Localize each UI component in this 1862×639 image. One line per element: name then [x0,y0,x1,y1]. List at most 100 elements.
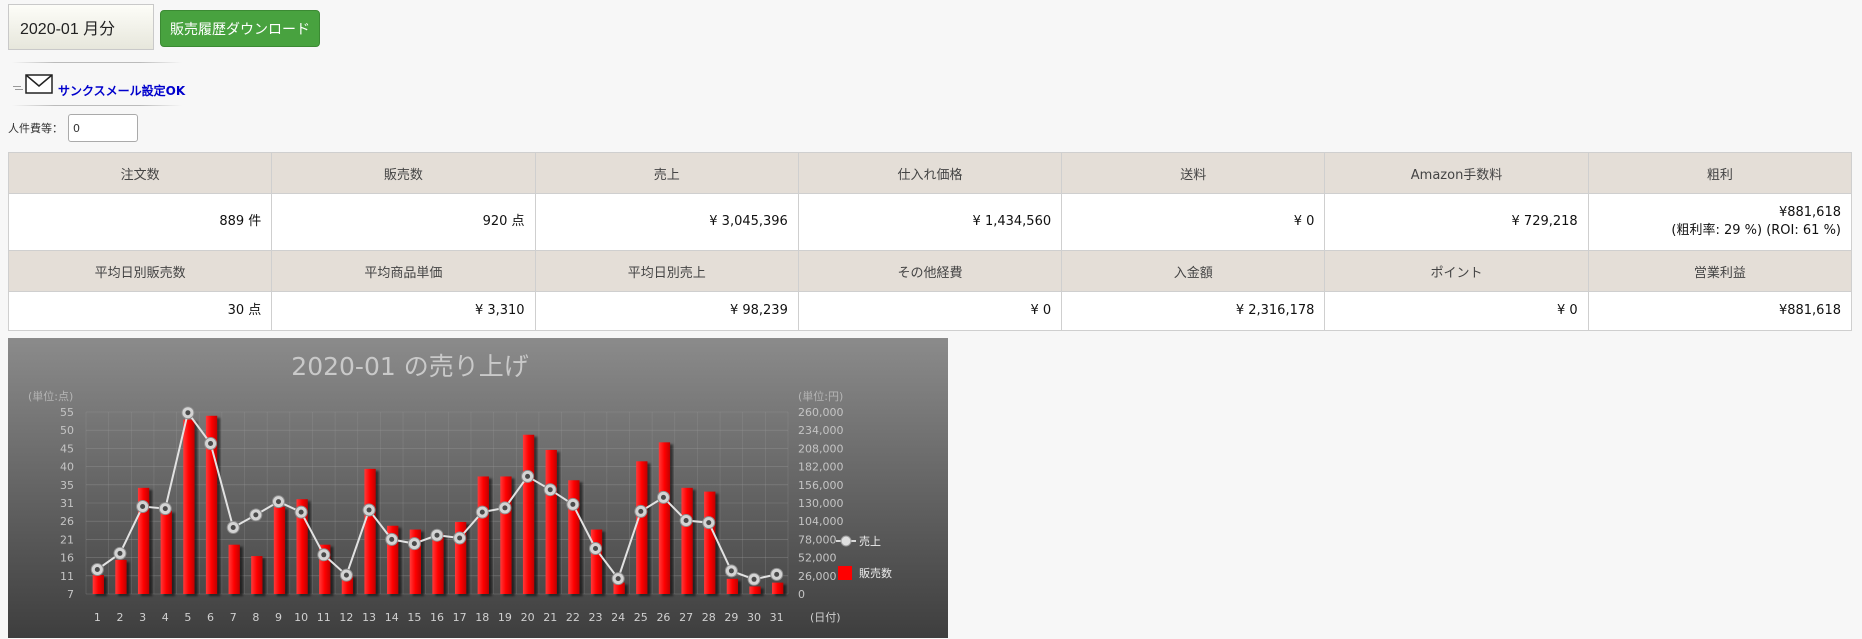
left-tick-label: 40 [60,461,74,474]
average-table: 平均日別販売数 平均商品単価 平均日別売上 その他経費 入金額 ポイント 営業利… [7,250,1853,331]
value-order-count: 889 件 [7,193,273,251]
line-marker-center [774,571,780,577]
bar [92,575,104,594]
value-shipping: ¥ 0 [1061,193,1326,251]
average-header-row: 平均日別販売数 平均商品単価 平均日別売上 その他経費 入金額 ポイント 営業利… [7,250,1853,292]
bar [432,533,444,594]
chart-xlabel: (日付) [810,611,841,624]
header-order-count: 注文数 [7,152,273,194]
header-purchase-price: 仕入れ価格 [797,152,1063,194]
bar [251,556,263,594]
line-marker-center [525,473,531,479]
value-avg-unit-price: ¥ 3,310 [271,291,536,331]
line-marker-center [230,525,236,530]
x-tick-label: 13 [362,611,376,624]
bar [228,544,240,594]
line-marker-center [615,576,621,582]
line-marker-center [683,518,689,523]
line-marker-center [638,508,644,514]
x-tick-label: 10 [294,611,308,624]
legend-bar-swatch [838,566,852,580]
divider-bottom [12,105,182,106]
x-tick-label: 1 [94,611,101,624]
line-marker-center [94,567,100,572]
bar [477,476,489,594]
x-tick-label: 6 [207,611,214,624]
bar [522,434,535,594]
bar [636,461,648,594]
left-tick-label: 21 [60,533,74,546]
x-tick-label: 21 [543,611,557,624]
labor-cost-input[interactable] [68,114,138,142]
x-tick-label: 30 [747,611,761,624]
right-tick-label: 208,000 [798,442,844,455]
x-tick-label: 29 [724,611,738,624]
x-tick-label: 24 [611,611,625,624]
legend-bar-label: 販売数 [859,567,892,580]
chart-left-ticks: 55 50 45 40 35 31 26 21 16 11 7 [60,406,74,601]
value-avg-daily-revenue: ¥ 98,239 [534,291,799,331]
x-tick-label: 4 [162,611,169,624]
right-tick-label: 78,000 [798,533,837,546]
line-marker-center [457,535,463,541]
bar [658,442,671,594]
header-other-expenses: その他経費 [797,250,1063,292]
line-marker-center [253,512,259,518]
value-points: ¥ 0 [1324,291,1589,331]
month-select[interactable]: 2020-01 月分 [8,4,154,50]
line-marker-center [389,536,395,542]
x-tick-label: 7 [230,611,237,624]
chart-ylabel-right: (単位:円) [798,389,843,403]
value-deposit: ¥ 2,316,178 [1061,291,1326,331]
left-tick-label: 11 [60,570,74,583]
summary-table: 注文数 販売数 売上 仕入れ価格 送料 Amazon手数料 粗利 889 件 9… [7,152,1853,251]
left-tick-label: 7 [67,588,74,601]
header-sales-count: 販売数 [271,152,536,194]
x-tick-label: 12 [339,611,353,624]
bar [273,506,286,594]
value-sales-count: 920 点 [271,193,536,251]
x-tick-label: 20 [521,611,535,624]
x-tick-label: 18 [475,611,489,624]
bar [364,468,376,594]
left-tick-label: 31 [60,497,74,510]
line-marker-center [706,520,712,526]
value-avg-daily-sales: 30 点 [7,291,273,331]
x-tick-label: 27 [679,611,693,624]
legend-line-marker [840,535,852,547]
header-avg-daily-sales: 平均日別販売数 [7,250,273,292]
header-avg-unit-price: 平均商品単価 [271,250,536,292]
line-marker-center [434,532,440,538]
line-marker-center [275,499,281,505]
bar [704,491,716,594]
line-marker-center [140,504,146,509]
value-gross-profit: ¥881,618 [1778,205,1841,220]
line-marker-center [570,501,576,507]
line-marker-center [366,507,372,513]
value-other-expenses: ¥ 0 [797,291,1063,331]
header-amazon-fee: Amazon手数料 [1324,152,1589,194]
line-marker-center [728,568,734,574]
bar [545,449,557,594]
right-tick-label: 52,000 [798,552,837,565]
left-tick-label: 55 [60,406,74,419]
line-marker-center [343,572,349,578]
bar [115,559,127,594]
x-tick-label: 9 [275,611,282,624]
header-deposit: 入金額 [1061,250,1326,292]
x-tick-label: 16 [430,611,444,624]
thanks-mail-link[interactable]: サンクスメール設定OK [58,82,185,99]
header-shipping: 送料 [1061,152,1326,194]
download-sales-history-button[interactable]: 販売履歴ダウンロード [160,10,320,47]
chart-ylabel-left: (単位:点) [28,389,73,403]
x-tick-label: 28 [702,611,716,624]
line-marker-center [162,506,168,512]
bar [183,419,195,594]
x-tick-label: 17 [453,611,467,624]
labor-cost-label: 人件費等： [8,122,63,135]
left-tick-label: 35 [60,479,74,492]
value-profit-rate: (粗利率: 29 %) (ROI: 61 %) [1671,223,1841,238]
value-gross-profit-cell: ¥881,618 (粗利率: 29 %) (ROI: 61 %) [1587,193,1853,251]
line-marker-center [751,576,757,582]
line-marker-center [208,441,214,446]
